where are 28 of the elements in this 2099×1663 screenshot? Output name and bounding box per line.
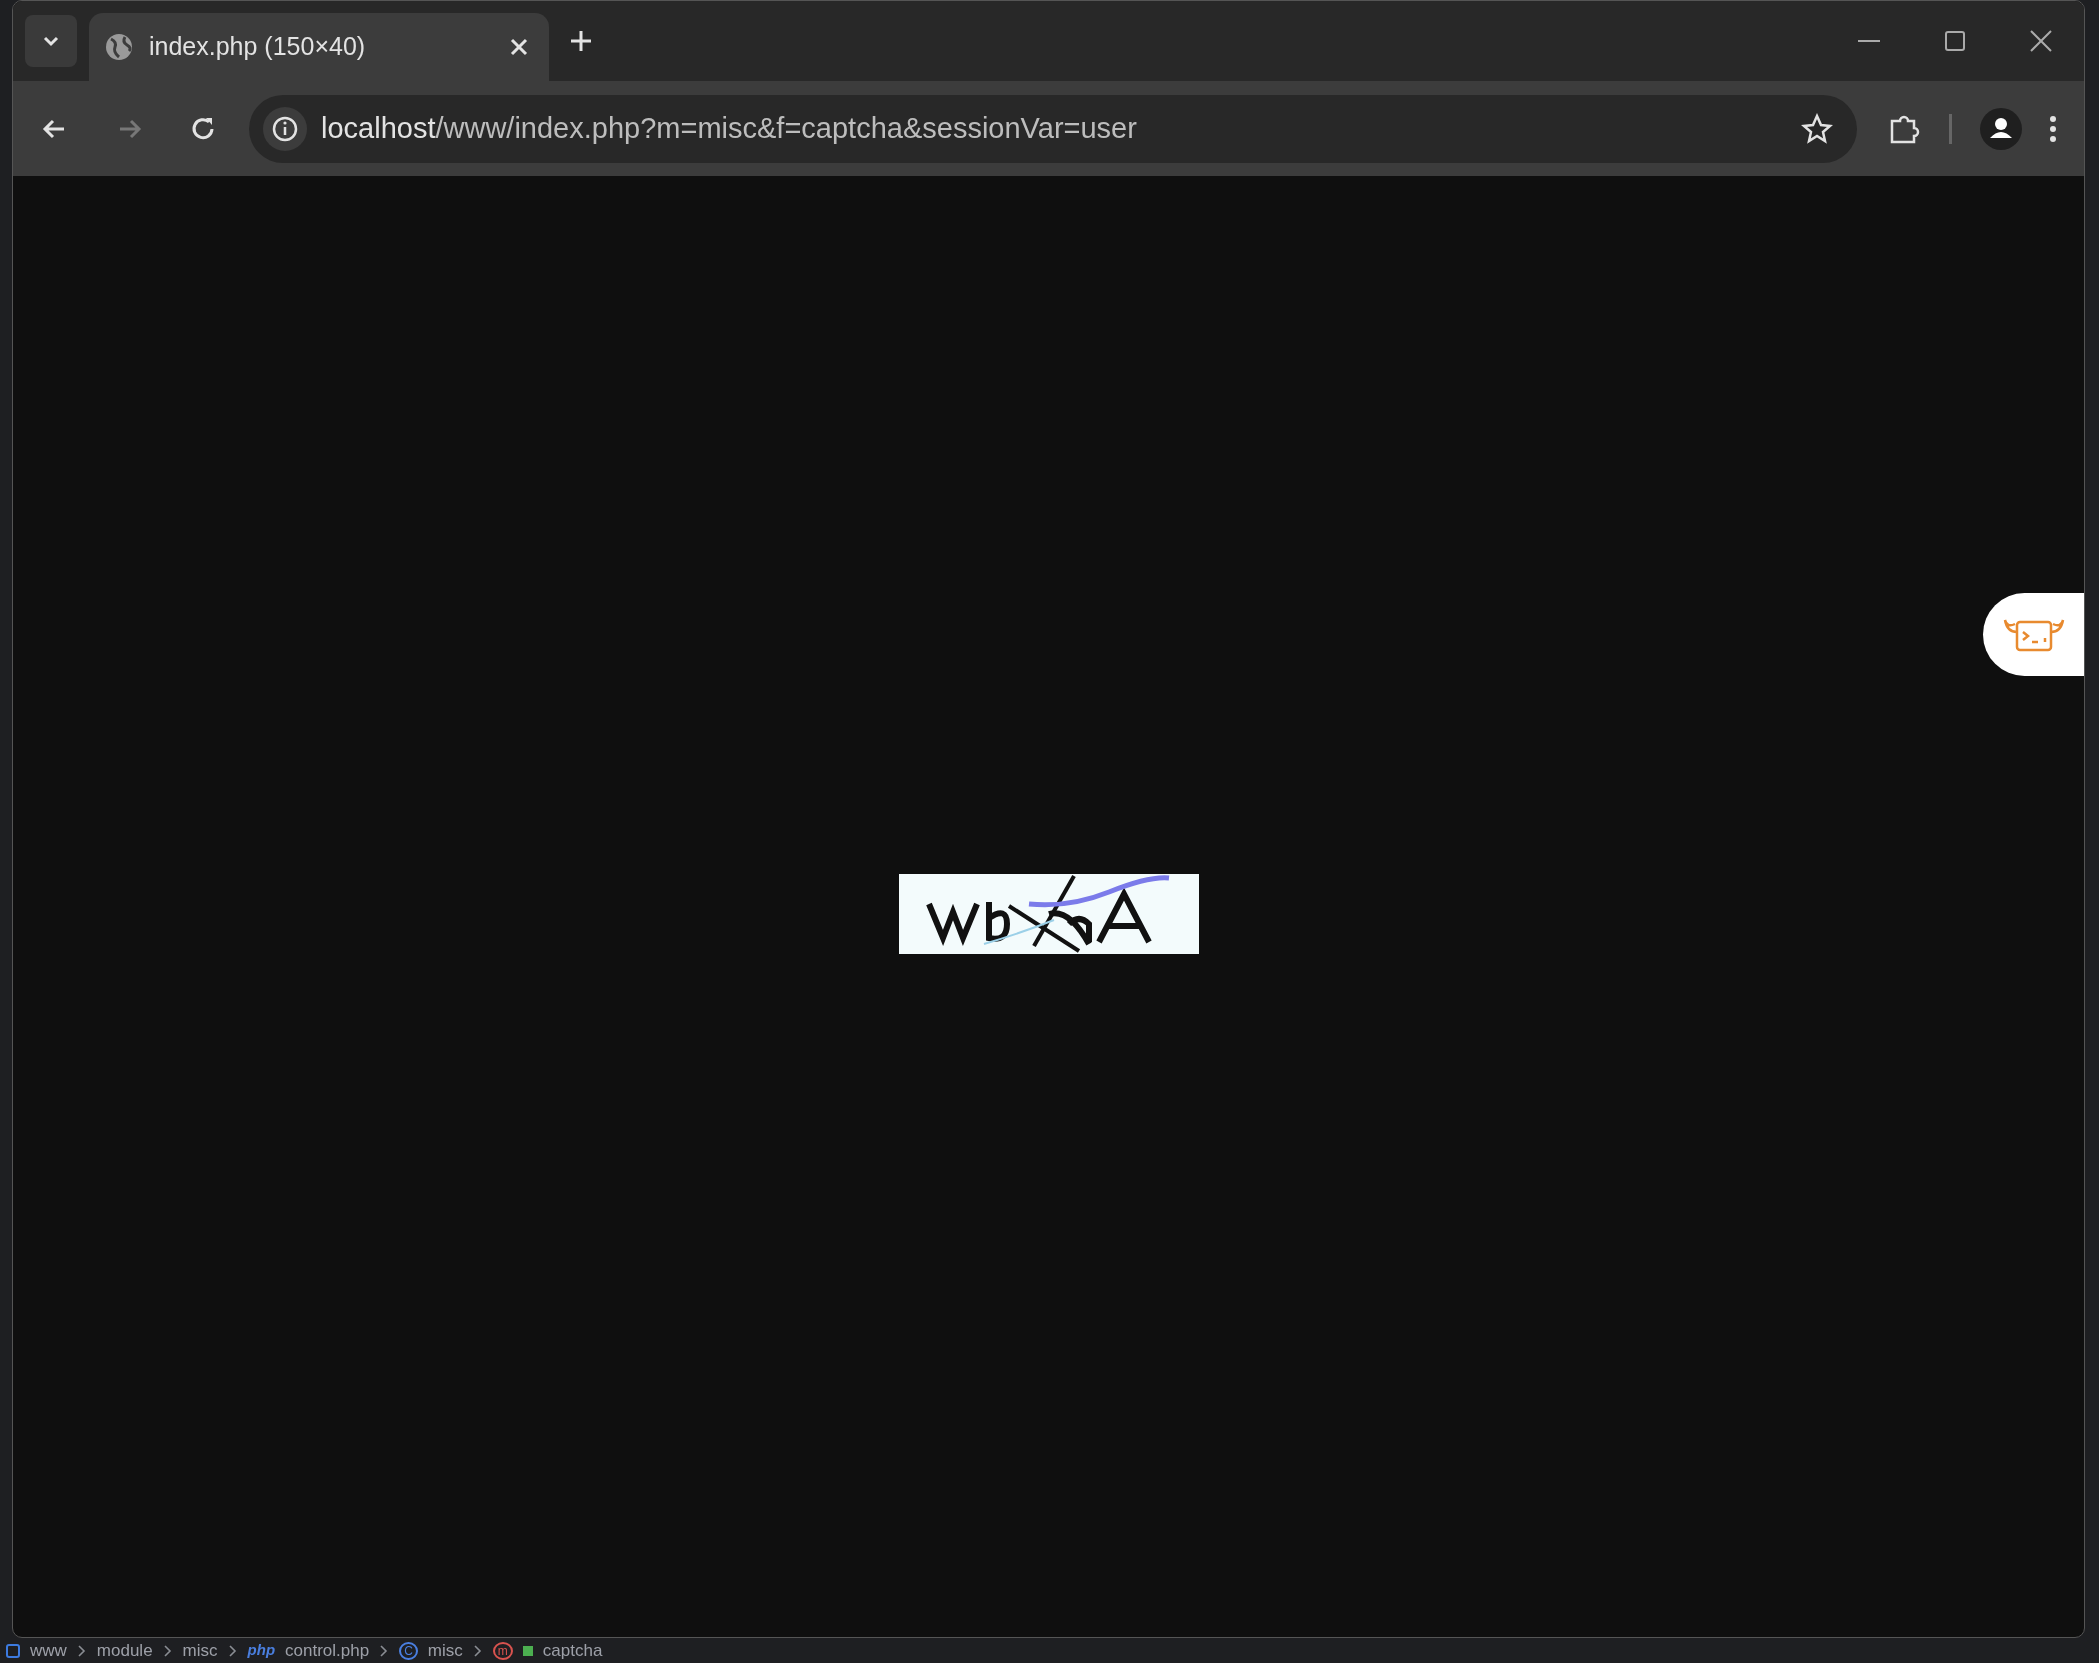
maximize-icon	[1945, 31, 1965, 51]
info-icon[interactable]	[263, 106, 307, 151]
url-text: localhost/www/index.php?m=misc&f=captcha&sessionVar=user	[321, 110, 1138, 146]
breadcrumb-item[interactable]: misc	[427, 1637, 463, 1663]
class-symbol: C	[399, 1641, 418, 1660]
menu-icon	[2048, 113, 2058, 144]
browser-tab[interactable]: index.php (150×40)	[89, 13, 549, 81]
address-bar[interactable]: localhost/www/index.php?m=misc&f=captcha&sessionVar=user	[249, 94, 1857, 163]
access-icon	[522, 1645, 533, 1656]
tab-list-button[interactable]	[25, 15, 77, 67]
php-label: php	[247, 1640, 276, 1661]
minimize-icon	[1857, 40, 1881, 42]
close-icon	[2030, 30, 2052, 52]
person-icon	[1980, 107, 2022, 150]
plus-icon	[569, 29, 593, 53]
breadcrumb-item[interactable]: misc	[182, 1637, 218, 1663]
extension-button[interactable]	[1983, 593, 2084, 676]
tab-title: index.php (150×40)	[149, 31, 367, 63]
method-symbol: m	[492, 1641, 513, 1660]
globe-icon	[105, 33, 133, 61]
breadcrumb-item[interactable]: captcha	[542, 1637, 603, 1663]
breadcrumb-item[interactable]: control.php	[285, 1637, 370, 1663]
chevron-down-icon	[41, 34, 61, 48]
bull-terminal-icon	[2003, 617, 2065, 652]
close-icon	[509, 37, 529, 57]
star-icon	[1801, 112, 1833, 145]
breadcrumb-item[interactable]: module	[96, 1637, 153, 1663]
breadcrumb-item[interactable]: www	[30, 1637, 67, 1663]
